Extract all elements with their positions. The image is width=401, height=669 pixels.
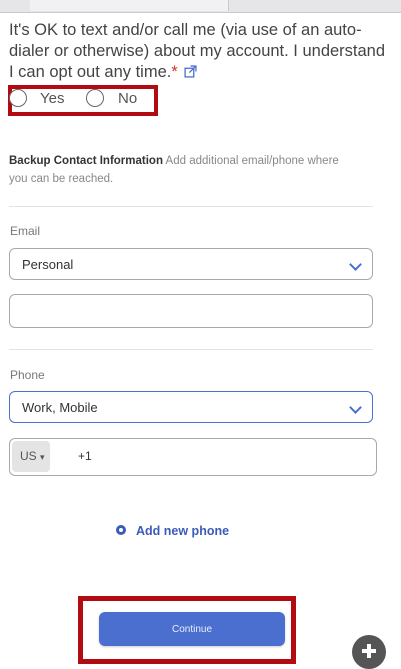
country-code-chevron-icon: ▾ [40,452,45,462]
no-label[interactable]: No [118,90,137,107]
external-link-icon[interactable] [184,65,197,78]
phone-type-select[interactable]: Work, Mobile [9,391,373,423]
divider [9,206,373,207]
phone-number-input[interactable]: US ▾ +1 [9,438,377,476]
email-type-select[interactable]: Personal [9,248,373,280]
email-address-input[interactable] [9,294,373,328]
dial-code: +1 [78,449,92,463]
add-new-phone-label: Add new phone [136,524,230,538]
consent-statement: It's OK to text and/or call me (via use … [9,20,394,83]
email-label: Email [10,224,41,238]
continue-button[interactable]: Continue [99,612,285,646]
phone-label: Phone [10,368,45,382]
backup-contact-intro: Backup Contact Information Add additiona… [9,152,339,188]
no-radio[interactable] [86,89,104,107]
backup-heading: Backup Contact Information [9,155,163,167]
email-type-value: Personal [22,257,74,272]
country-code-value: US [20,449,37,463]
phone-type-value: Work, Mobile [22,400,98,415]
chevron-down-icon [349,258,362,271]
add-new-phone-link[interactable]: Add new phone [116,524,229,538]
yes-radio[interactable] [9,89,27,107]
top-strip [0,0,401,13]
divider [9,349,373,350]
chevron-down-icon [349,401,362,414]
country-code-select[interactable]: US ▾ [12,441,50,472]
yes-label[interactable]: Yes [40,90,64,107]
required-marker: * [171,63,178,81]
add-circle-icon [116,525,126,535]
top-strip-segment [30,0,229,11]
